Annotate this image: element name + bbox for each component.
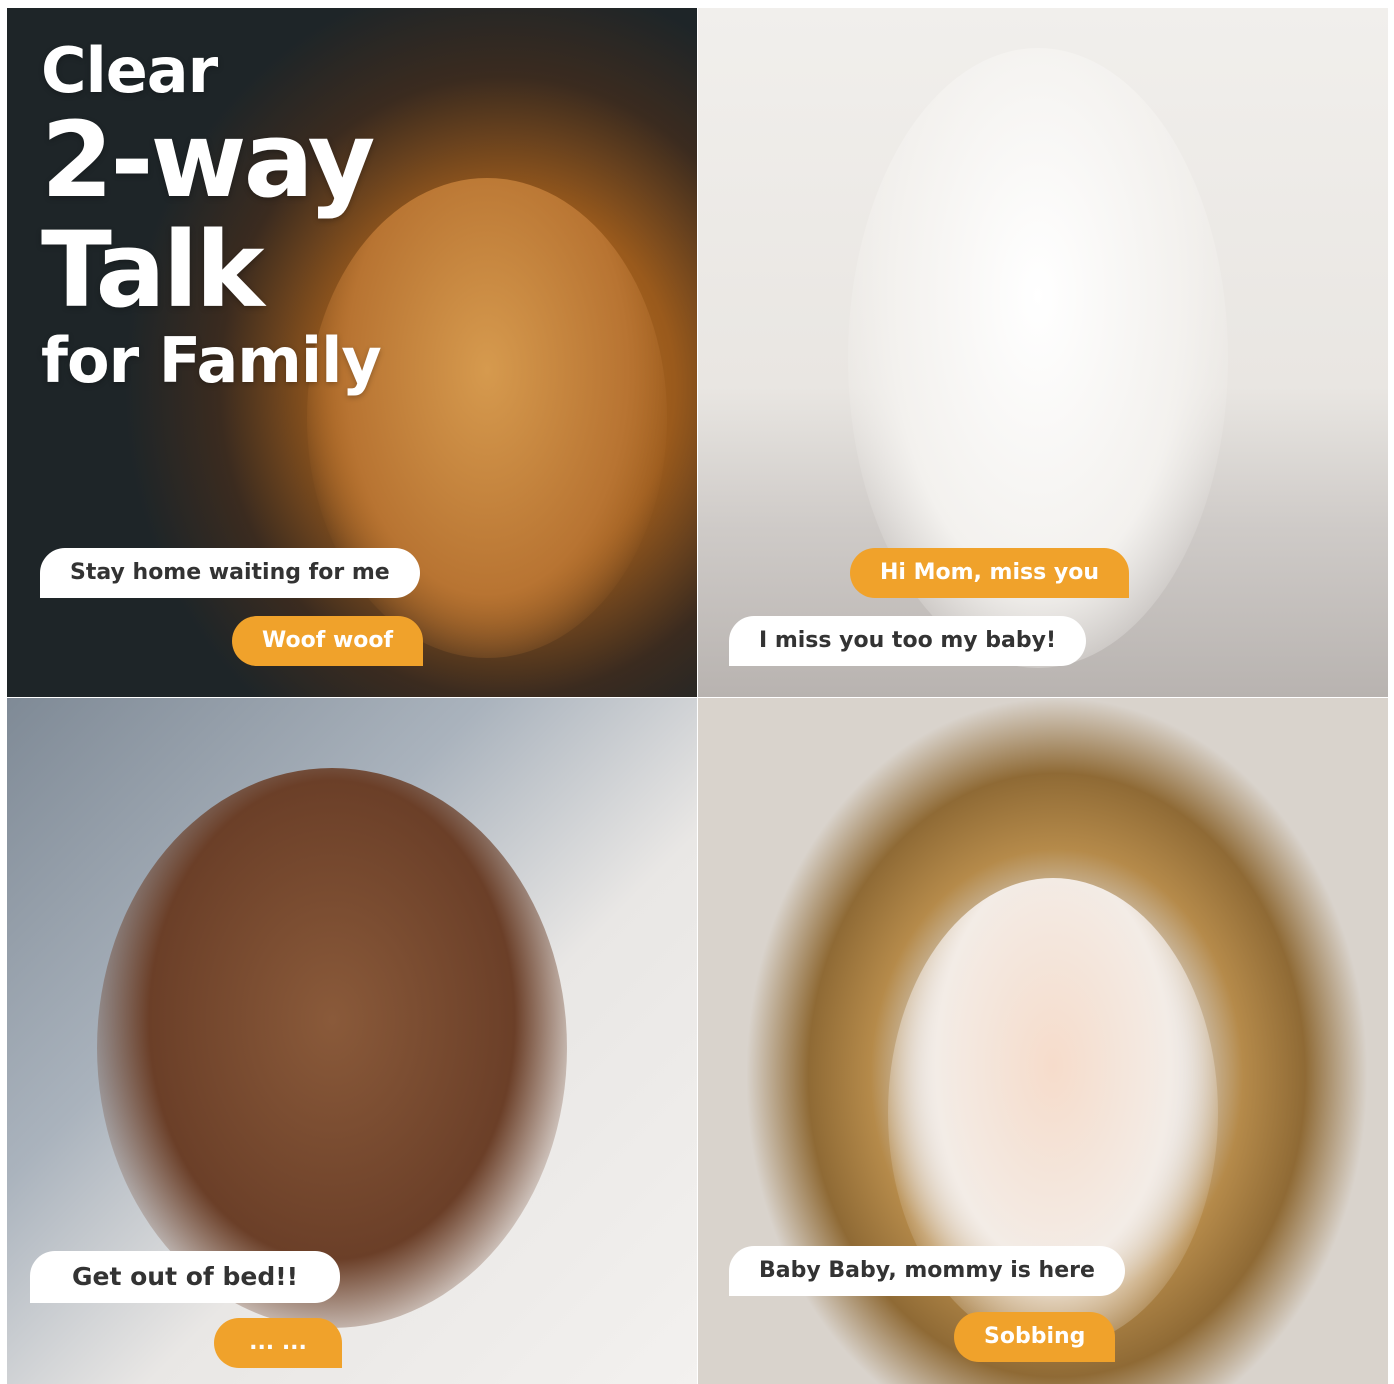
speech-bubble: Hi Mom, miss you	[850, 548, 1129, 598]
speech-bubble: Baby Baby, mommy is here	[729, 1246, 1125, 1296]
panel-poodle: Get out of bed!! ... ...	[7, 698, 697, 1384]
headline: Clear 2-way Talk for Family	[41, 34, 382, 397]
speech-bubble: Get out of bed!!	[30, 1251, 341, 1303]
headline-line2: 2-way	[41, 99, 375, 221]
speech-bubble: Woof woof	[232, 616, 424, 666]
panel-golden-retriever: Clear 2-way Talk for Family Stay home wa…	[7, 8, 697, 697]
headline-line4: for Family	[41, 324, 382, 397]
headline-line1: Clear	[41, 34, 218, 107]
poodle-photo	[97, 768, 567, 1328]
panel-toddler: Hi Mom, miss you I miss you too my baby!	[698, 8, 1388, 697]
speech-bubble: I miss you too my baby!	[729, 616, 1086, 666]
speech-bubble: ... ...	[214, 1318, 342, 1368]
photo-collage: Clear 2-way Talk for Family Stay home wa…	[0, 0, 1394, 1384]
speech-bubble: Sobbing	[954, 1312, 1116, 1362]
panel-newborn: Baby Baby, mommy is here Sobbing	[698, 698, 1388, 1384]
headline-line3: Talk	[41, 209, 265, 331]
speech-bubble: Stay home waiting for me	[40, 548, 420, 598]
